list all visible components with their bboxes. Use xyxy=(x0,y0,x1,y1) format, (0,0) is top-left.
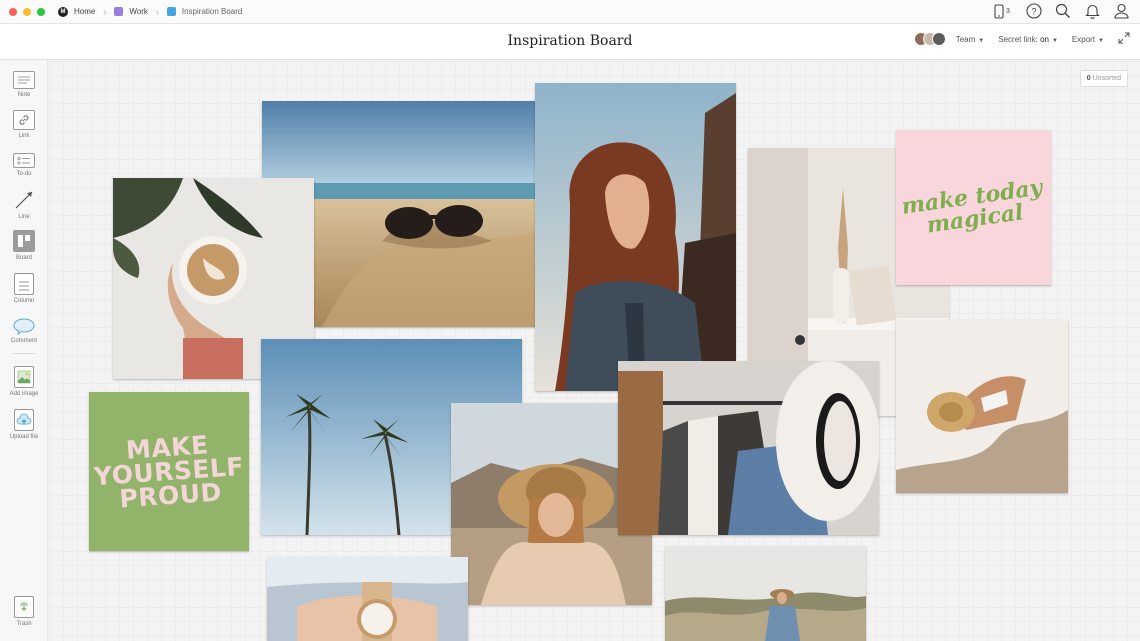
trash-button[interactable]: Trash xyxy=(0,596,48,627)
board-icon xyxy=(13,230,35,252)
board-color-icon xyxy=(114,7,124,16)
svg-text:?: ? xyxy=(1031,7,1036,17)
user-icon xyxy=(1113,3,1129,19)
bell-icon xyxy=(1084,4,1100,19)
breadcrumb-home-label: Home xyxy=(74,7,96,16)
wrist-watch-image xyxy=(267,557,468,641)
help-button[interactable]: ? xyxy=(1025,2,1043,20)
tool-column-label: Column xyxy=(13,298,35,304)
breadcrumb-inspiration-board[interactable]: Inspiration Board xyxy=(166,7,243,16)
tool-comment[interactable]: Comment xyxy=(0,317,48,344)
team-dropdown[interactable]: Team ▼ xyxy=(956,35,985,44)
tool-todo[interactable]: To-do xyxy=(0,153,48,177)
left-toolbar: Note Link To-do Line Board Column Commen… xyxy=(0,61,48,641)
toolbar-divider xyxy=(12,353,36,354)
secret-link-value: on xyxy=(1040,34,1049,44)
link-icon xyxy=(13,110,35,130)
board-title-bar: Inspiration Board Team ▼ Secret link: on ▼… xyxy=(0,24,1140,60)
image-card-wrist-watch[interactable] xyxy=(267,557,468,641)
tool-link[interactable]: Link xyxy=(0,110,48,139)
line-icon xyxy=(13,189,35,211)
avatar xyxy=(931,32,946,46)
window-controls xyxy=(9,7,45,16)
expand-icon xyxy=(1118,32,1130,44)
tool-note[interactable]: Note xyxy=(0,71,48,98)
board-color-icon xyxy=(166,7,176,16)
image-card-hat-clothing-rack[interactable] xyxy=(618,361,879,535)
notifications-button[interactable] xyxy=(1083,2,1101,20)
milanote-logo-icon: M xyxy=(58,6,68,17)
devices-button[interactable]: 3 xyxy=(990,2,1014,20)
quote-card-make-yourself-proud[interactable]: MAKE YOURSELF PROUD xyxy=(89,392,249,551)
quote-text: MAKE YOURSELF PROUD xyxy=(93,429,245,513)
search-icon xyxy=(1055,3,1070,18)
tool-trash-label: Trash xyxy=(16,621,32,627)
secret-link-dropdown[interactable]: Secret link: on ▼ xyxy=(998,35,1058,44)
unsorted-label: Unsorted xyxy=(1092,75,1121,82)
caret-down-icon: ▼ xyxy=(978,37,985,44)
export-dropdown[interactable]: Export ▼ xyxy=(1072,35,1104,44)
column-icon xyxy=(14,273,34,295)
chevron-right-icon: › xyxy=(103,6,107,17)
chevron-right-icon: › xyxy=(155,6,159,17)
image-card-field-portrait[interactable] xyxy=(665,546,866,641)
device-count: 3 xyxy=(1006,7,1010,15)
breadcrumb-home[interactable]: M Home xyxy=(58,6,96,17)
beach-lounging-image xyxy=(896,320,1068,493)
team-label: Team xyxy=(955,34,976,44)
tool-add-image-label: Add image xyxy=(9,391,39,397)
tool-note-label: Note xyxy=(17,92,31,98)
tool-line[interactable]: Line xyxy=(0,189,48,220)
window-top-bar: M Home › Work › Inspiration Board 3 ? xyxy=(0,0,1140,24)
account-button[interactable] xyxy=(1112,2,1130,20)
unsorted-button[interactable]: 0 Unsorted xyxy=(1079,70,1128,87)
maximize-window-button[interactable] xyxy=(37,7,45,16)
breadcrumb-work-label: Work xyxy=(129,7,148,16)
board-canvas[interactable]: 0 Unsorted make today magical MAKE YOURS… xyxy=(49,61,1140,641)
tool-board-label: Board xyxy=(15,255,32,261)
tool-column[interactable]: Column xyxy=(0,273,48,304)
tool-upload-file-label: Upload file xyxy=(9,434,39,440)
collaborator-avatars[interactable] xyxy=(913,32,946,46)
breadcrumb: M Home › Work › Inspiration Board xyxy=(58,6,243,17)
image-icon xyxy=(14,366,34,388)
image-card-beach-lounging[interactable] xyxy=(896,320,1068,493)
tool-link-label: Link xyxy=(18,133,30,139)
tool-board[interactable]: Board xyxy=(0,230,48,261)
tool-line-label: Line xyxy=(18,214,30,220)
caret-down-icon: ▼ xyxy=(1098,37,1104,44)
close-window-button[interactable] xyxy=(9,7,17,16)
tool-todo-label: To-do xyxy=(16,171,32,177)
image-card-woman-portrait[interactable] xyxy=(535,83,736,391)
search-button[interactable] xyxy=(1054,2,1072,20)
field-portrait-image xyxy=(665,546,866,641)
hat-clothing-rack-image xyxy=(618,361,879,535)
upload-cloud-icon xyxy=(14,409,34,431)
minimize-window-button[interactable] xyxy=(23,7,31,16)
tool-upload-file[interactable]: Upload file xyxy=(0,409,48,440)
caret-down-icon: ▼ xyxy=(1051,37,1058,44)
checklist-icon xyxy=(13,153,35,168)
quote-text: make today magical xyxy=(899,173,1044,239)
tool-comment-label: Comment xyxy=(10,338,37,344)
comment-icon xyxy=(13,317,35,335)
woman-portrait-image xyxy=(535,83,736,391)
phone-icon xyxy=(994,3,1004,19)
quote-card-make-today-magical[interactable]: make today magical xyxy=(896,130,1051,285)
tool-add-image[interactable]: Add image xyxy=(0,366,48,397)
unsorted-count: 0 xyxy=(1086,75,1091,82)
export-label: Export xyxy=(1071,34,1096,44)
secret-link-label: Secret link: xyxy=(998,34,1038,44)
breadcrumb-work[interactable]: Work xyxy=(114,7,148,16)
help-icon: ? xyxy=(1026,3,1042,19)
note-icon xyxy=(13,71,35,89)
fullscreen-button[interactable] xyxy=(1118,32,1130,46)
trash-icon xyxy=(14,596,34,618)
breadcrumb-inspiration-board-label: Inspiration Board xyxy=(181,7,243,16)
